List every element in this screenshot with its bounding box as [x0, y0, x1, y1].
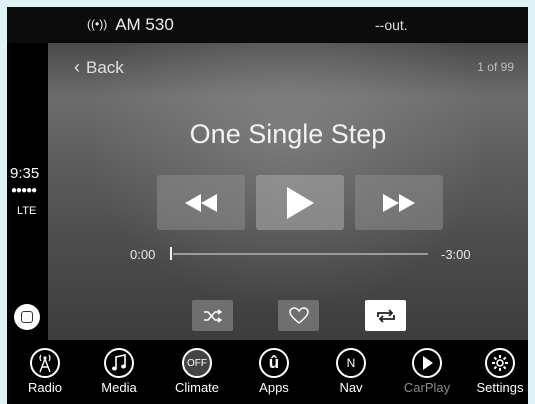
repeat-icon [376, 308, 395, 323]
status-bar: ((•)) AM 530 --out. [7, 7, 528, 43]
apps-icon: û [259, 348, 289, 378]
home-icon [21, 311, 33, 323]
fast-forward-icon [383, 193, 415, 212]
nav-label-nav: Nav [339, 380, 363, 395]
nav-climate[interactable]: OFF Climate [167, 340, 227, 395]
radio-tower-icon [30, 348, 60, 378]
nav-label-radio: Radio [28, 380, 62, 395]
compass-icon: N [336, 348, 366, 378]
favorite-button[interactable] [278, 300, 319, 331]
heart-icon [288, 306, 309, 324]
apps-glyph: û [268, 353, 280, 372]
signal-strength: ●●●●● [11, 185, 37, 196]
play-icon [287, 186, 314, 219]
progress-bar[interactable] [173, 253, 428, 255]
back-label: Back [86, 58, 124, 77]
nav-label-carplay: CarPlay [403, 380, 451, 395]
progress-handle[interactable] [170, 247, 172, 260]
carplay-home-button[interactable] [14, 304, 40, 330]
now-playing-panel: ‹ Back 1 of 99 One Single Step 0:00 -3:0… [48, 43, 528, 340]
compass-north-label: N [346, 356, 356, 370]
nav-label-media: Media [101, 380, 137, 395]
nav-media[interactable]: Media [89, 340, 149, 395]
carplay-icon [412, 348, 442, 378]
climate-off-text: OFF [187, 357, 207, 369]
play-button[interactable] [256, 175, 344, 230]
radio-station-label: AM 530 [115, 15, 174, 34]
clock: 9:35 [10, 165, 40, 182]
carplay-status-strip: 9:35 ●●●●● LTE [7, 43, 48, 339]
network-type: LTE [17, 205, 37, 217]
nav-settings[interactable]: Settings [470, 340, 528, 395]
song-title: One Single Step [189, 119, 387, 149]
bottom-navigation: Radio Media OFF Climate û Apps N Nav Car… [7, 340, 528, 404]
shuffle-button[interactable] [192, 300, 233, 331]
rewind-icon [185, 193, 217, 212]
track-counter: 1 of 99 [477, 60, 514, 74]
rewind-button[interactable] [157, 175, 245, 230]
gear-icon [485, 348, 515, 378]
uconnect-screen: ((•)) AM 530 --out. 9:35 ●●●●● LTE ‹ Back … [7, 7, 528, 404]
time-remaining: -3:00 [441, 247, 471, 262]
nav-carplay[interactable]: CarPlay [397, 340, 457, 395]
repeat-button[interactable] [365, 300, 406, 331]
nav-label-apps: Apps [259, 380, 289, 395]
radio-status[interactable]: ((•)) AM 530 [87, 15, 174, 35]
shuffle-icon [203, 308, 222, 323]
time-elapsed: 0:00 [130, 247, 156, 262]
climate-off-icon: OFF [182, 348, 212, 378]
back-button[interactable]: ‹ Back [74, 57, 124, 78]
fast-forward-button[interactable] [355, 175, 443, 230]
broadcast-icon: ((•)) [87, 17, 108, 31]
nav-nav[interactable]: N Nav [321, 340, 381, 395]
nav-radio[interactable]: Radio [15, 340, 75, 395]
music-note-icon [104, 348, 134, 378]
nav-label-climate: Climate [174, 380, 220, 395]
nav-apps[interactable]: û Apps [244, 340, 304, 395]
nav-label-settings: Settings [476, 380, 524, 395]
outside-temperature: --out. [375, 17, 408, 33]
chevron-left-icon: ‹ [74, 57, 80, 77]
